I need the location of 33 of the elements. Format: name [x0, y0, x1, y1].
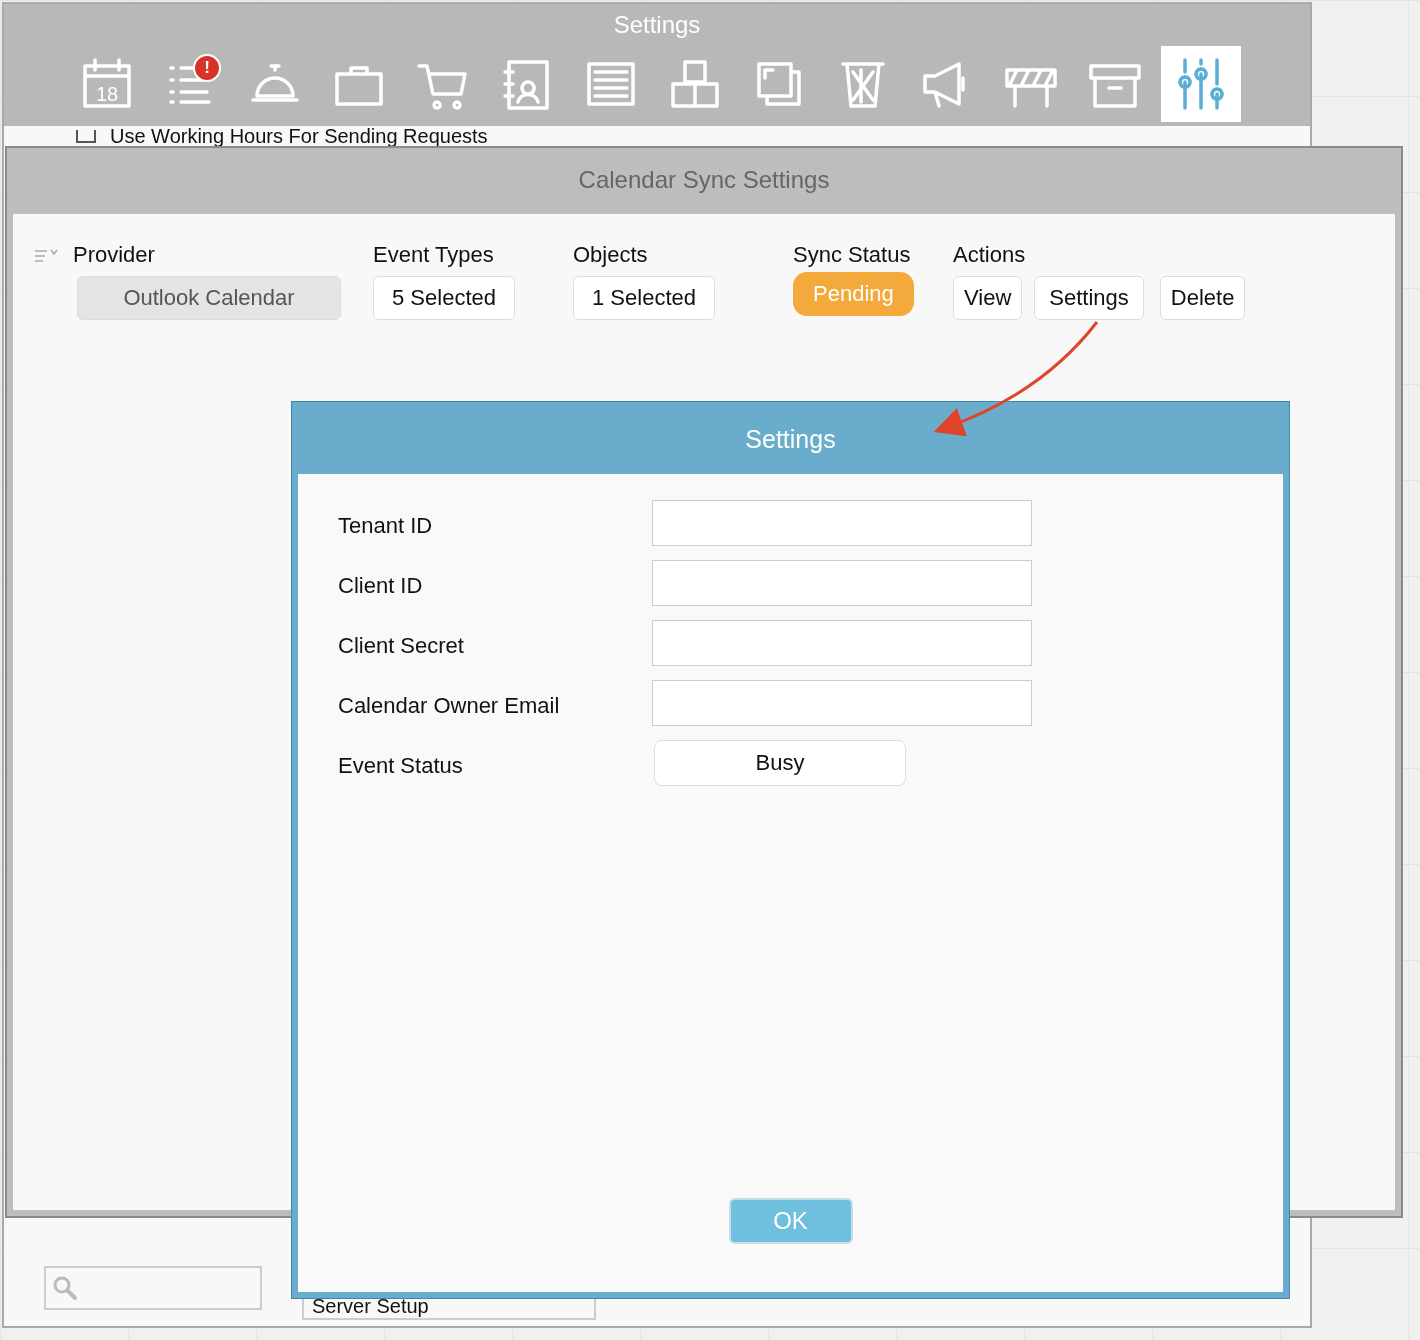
- window-title: Calendar Sync Settings: [577, 165, 831, 195]
- action-button[interactable]: Settings: [1034, 276, 1144, 320]
- column-header: Event Types: [373, 242, 495, 268]
- event-types-button[interactable]: 5 Selected: [373, 276, 515, 320]
- column-header: Objects: [573, 242, 649, 268]
- column-header: Sync Status: [793, 242, 912, 268]
- search-field[interactable]: [44, 1266, 262, 1310]
- field-label: Tenant ID: [338, 512, 434, 539]
- column-header: Provider: [73, 242, 156, 268]
- field-label: Event Status: [338, 752, 464, 779]
- objects-button[interactable]: 1 Selected: [573, 276, 715, 320]
- action-button[interactable]: View: [953, 276, 1023, 320]
- input-field[interactable]: [652, 680, 1032, 726]
- field-label: Client ID: [338, 572, 424, 599]
- column-header: Actions: [953, 242, 1027, 268]
- alert-badge: !: [193, 54, 221, 82]
- window-title: Settings: [613, 11, 701, 39]
- search-icon: [52, 1275, 78, 1301]
- checkbox[interactable]: [76, 129, 96, 143]
- field-label: Client Secret: [338, 632, 465, 659]
- checkbox-label: Use Working Hours For Sending Requests: [110, 126, 488, 146]
- toolbar-button[interactable]: [1161, 46, 1241, 122]
- dialog-title: Settings: [744, 424, 837, 455]
- toolbar-button[interactable]: !: [149, 46, 233, 122]
- input-field[interactable]: [652, 560, 1032, 606]
- input-field[interactable]: [652, 620, 1032, 666]
- provider-button[interactable]: Outlook Calendar: [77, 276, 341, 320]
- select-field[interactable]: Busy: [654, 740, 906, 786]
- field-label: Calendar Owner Email: [338, 692, 561, 719]
- sort-icon[interactable]: [33, 247, 61, 265]
- action-button[interactable]: Delete: [1159, 276, 1246, 320]
- input-field[interactable]: [652, 500, 1032, 546]
- status-badge: Pending: [793, 272, 914, 316]
